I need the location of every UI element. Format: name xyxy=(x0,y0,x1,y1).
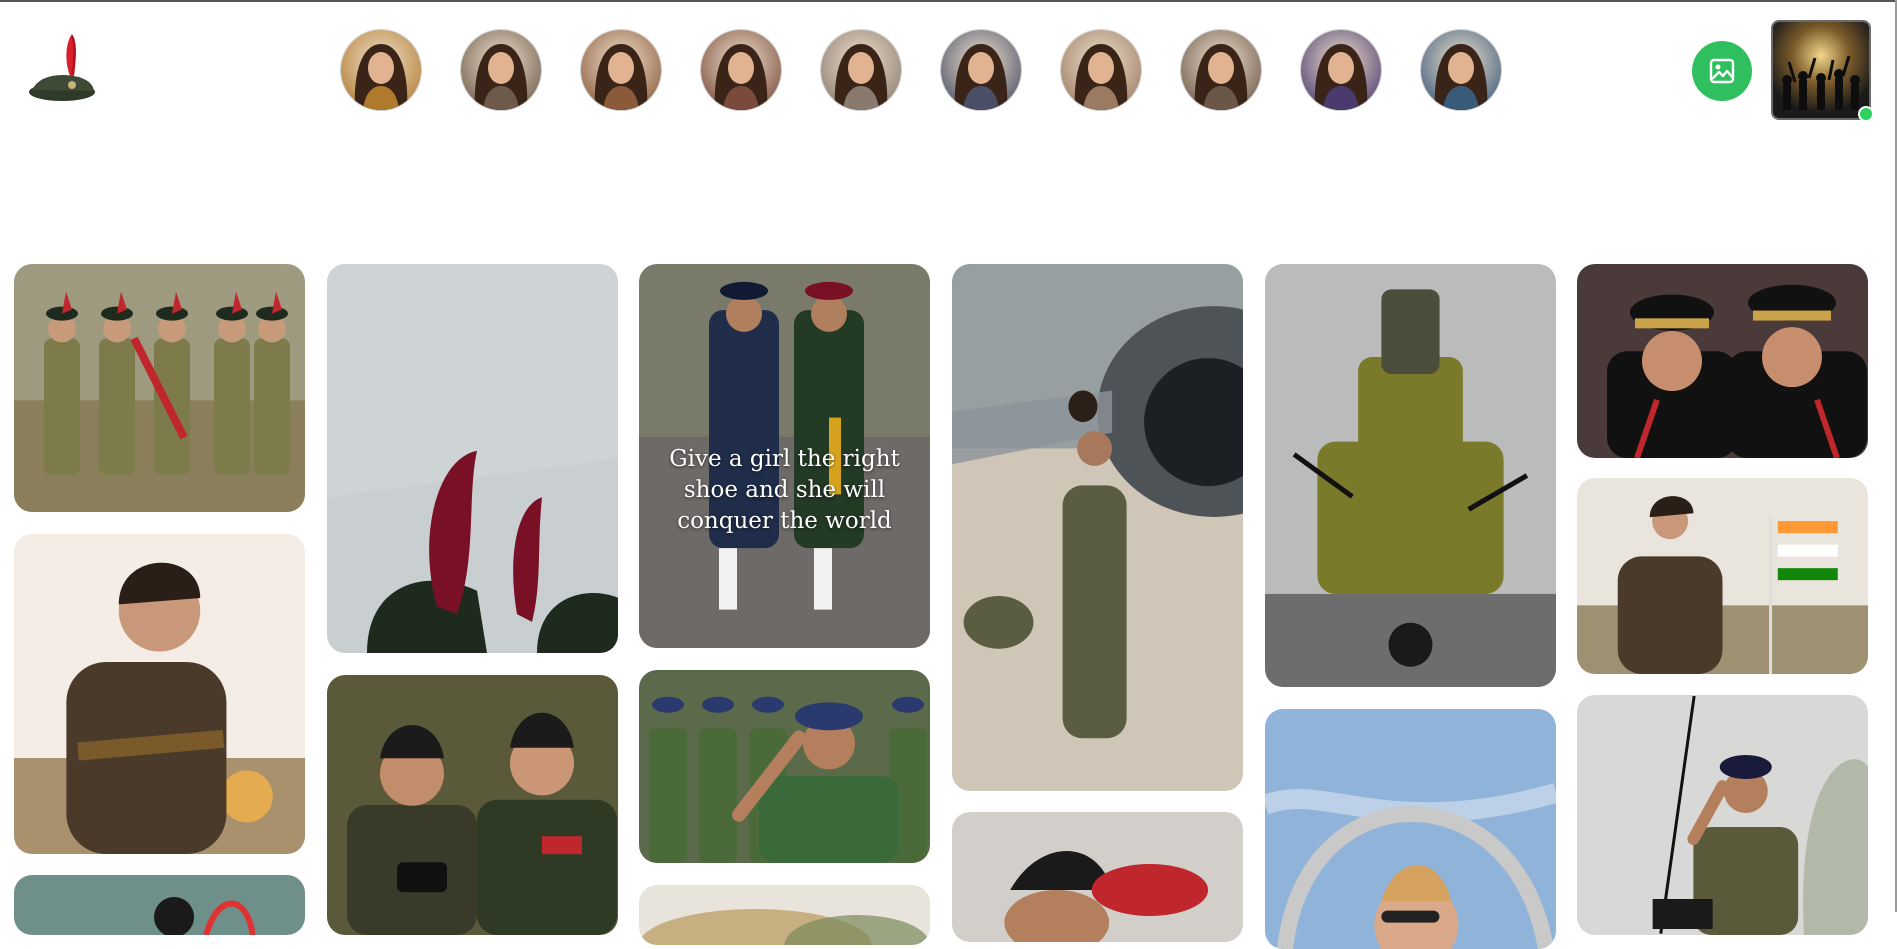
story-avatar[interactable] xyxy=(701,30,781,110)
feed-image-officers-smiling[interactable] xyxy=(1577,264,1868,458)
feed-image-officer-salute-podium[interactable] xyxy=(1577,695,1868,935)
story-avatar[interactable] xyxy=(941,30,1021,110)
story-avatar[interactable] xyxy=(581,30,661,110)
story-avatar[interactable] xyxy=(1061,30,1141,110)
story-avatar[interactable] xyxy=(1301,30,1381,110)
feed-image-red-plume-caps[interactable] xyxy=(327,264,618,653)
image-upload-icon[interactable] xyxy=(1692,41,1752,101)
feed-image-partial-bottom-mid[interactable] xyxy=(952,812,1243,942)
header xyxy=(0,0,1897,140)
feed-image-parade-officers-quote[interactable]: Give a girl the right shoe and she will … xyxy=(639,264,930,648)
feed-image-soldier-portrait-sunset[interactable] xyxy=(14,534,305,854)
feed-image-cadet-salute-beret[interactable] xyxy=(639,670,930,863)
story-avatar[interactable] xyxy=(821,30,901,110)
profile-thumbnail[interactable] xyxy=(1773,22,1869,118)
feed-image-cadets-laughing[interactable] xyxy=(327,675,618,935)
story-avatar[interactable] xyxy=(1421,30,1501,110)
feed-image-pilot-by-jet[interactable] xyxy=(952,264,1243,791)
story-avatar[interactable] xyxy=(341,30,421,110)
online-status-dot xyxy=(1858,106,1874,122)
feed-image-partial-bottom-left[interactable] xyxy=(14,875,305,935)
feed-image-pilot-cockpit[interactable] xyxy=(1265,709,1556,949)
feed-image-soldier-flag[interactable] xyxy=(1577,478,1868,674)
story-avatar[interactable] xyxy=(1181,30,1261,110)
feed-image-partial-bottom-center[interactable] xyxy=(639,885,930,945)
feed-image-bike-stunt-pyramid[interactable] xyxy=(1265,264,1556,687)
story-avatar[interactable] xyxy=(461,30,541,110)
beret-icon[interactable] xyxy=(26,30,98,106)
feed-image-ncc-cadets-march[interactable] xyxy=(14,264,305,512)
quote-overlay: Give a girl the right shoe and she will … xyxy=(669,446,900,534)
